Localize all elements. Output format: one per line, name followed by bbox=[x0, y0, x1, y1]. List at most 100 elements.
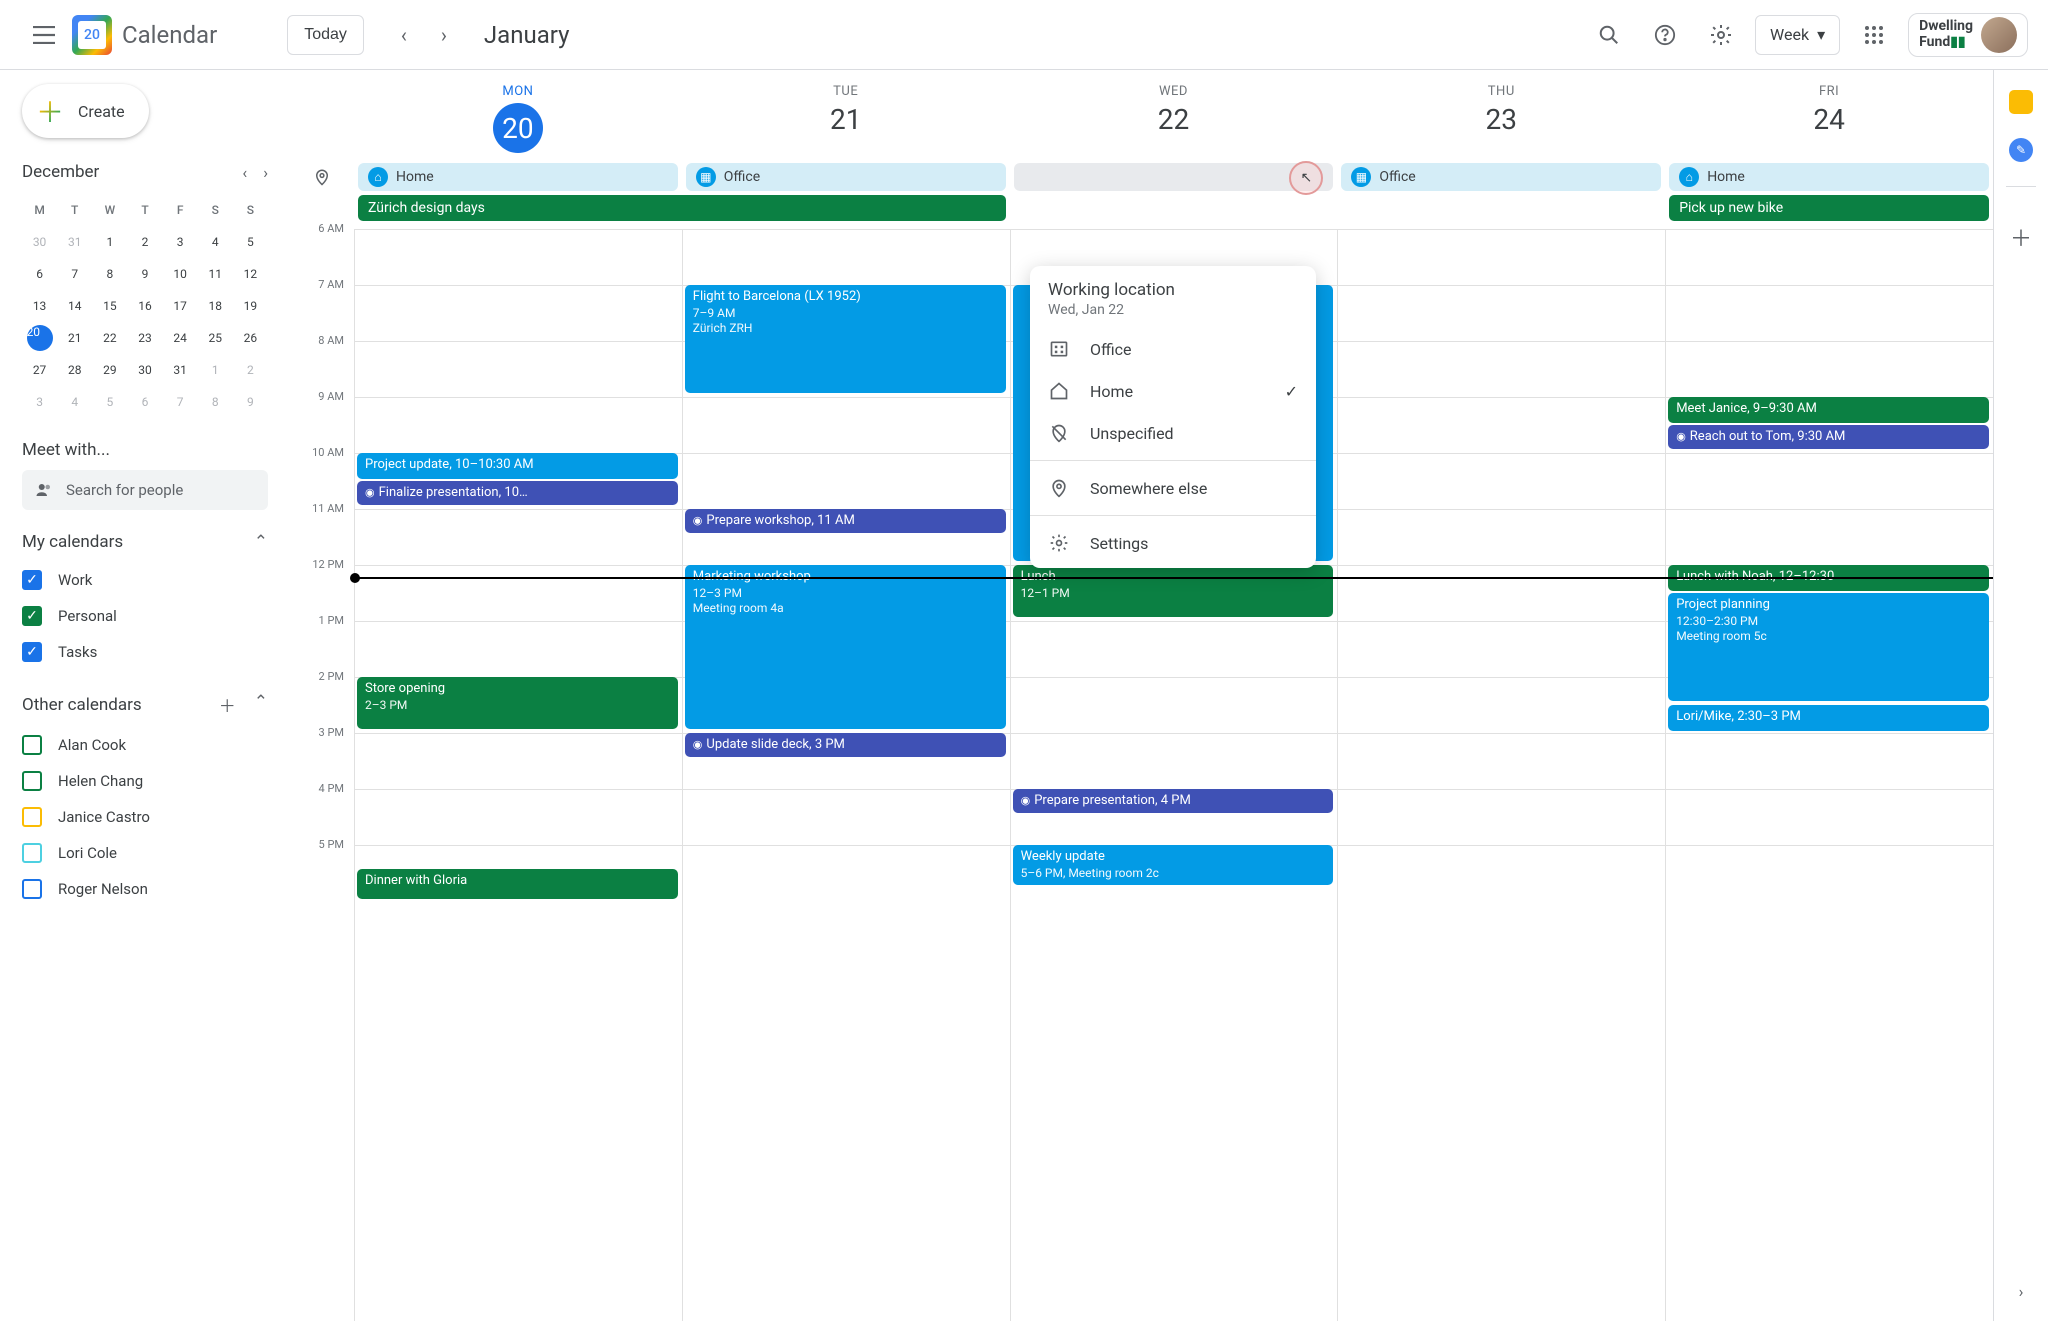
mini-day[interactable]: 6 bbox=[127, 386, 162, 418]
mini-day[interactable]: 12 bbox=[233, 258, 268, 290]
calendar-item[interactable]: Lori Cole bbox=[22, 835, 268, 871]
day-header[interactable]: MON20 bbox=[354, 84, 682, 153]
avatar[interactable] bbox=[1981, 17, 2017, 53]
mini-day[interactable]: 5 bbox=[233, 226, 268, 258]
calendar-event[interactable]: Project update, 10–10:30 AM bbox=[357, 453, 678, 479]
search-icon[interactable] bbox=[1587, 13, 1631, 57]
mini-day[interactable]: 23 bbox=[127, 322, 162, 354]
add-addon-icon[interactable]: ＋ bbox=[2010, 221, 2032, 253]
day-column[interactable]: Meet Janice, 9–9:30 AMReach out to Tom, … bbox=[1665, 229, 1993, 1321]
allday-event[interactable]: Zürich design days bbox=[358, 195, 1006, 221]
mini-day[interactable]: 8 bbox=[92, 258, 127, 290]
keep-icon[interactable] bbox=[2009, 90, 2033, 114]
mini-day[interactable]: 18 bbox=[198, 290, 233, 322]
calendar-event[interactable]: Reach out to Tom, 9:30 AM bbox=[1668, 425, 1989, 449]
mini-day[interactable]: 16 bbox=[127, 290, 162, 322]
mini-day[interactable]: 31 bbox=[57, 226, 92, 258]
working-location-chip[interactable]: ▦Office bbox=[686, 163, 1006, 191]
day-column[interactable]: Flight to Barcelona (LX 1952)7–9 AMZüric… bbox=[682, 229, 1010, 1321]
calendar-item[interactable]: Work bbox=[22, 562, 268, 598]
mini-day[interactable]: 20 bbox=[22, 322, 57, 354]
org-brand[interactable]: DwellingFund▮▮ bbox=[1908, 13, 2028, 57]
next-period-button[interactable]: › bbox=[424, 15, 464, 55]
mini-day[interactable]: 27 bbox=[22, 354, 57, 386]
add-calendar-icon[interactable]: ＋ bbox=[219, 692, 236, 717]
checkbox[interactable] bbox=[22, 570, 42, 590]
calendar-event[interactable]: Prepare workshop, 11 AM bbox=[685, 509, 1006, 533]
mini-day[interactable]: 17 bbox=[163, 290, 198, 322]
calendar-item[interactable]: Janice Castro bbox=[22, 799, 268, 835]
prev-period-button[interactable]: ‹ bbox=[384, 15, 424, 55]
logo[interactable]: Calendar bbox=[72, 15, 217, 55]
search-people-input[interactable]: Search for people bbox=[22, 470, 268, 510]
mini-day[interactable]: 6 bbox=[22, 258, 57, 290]
chevron-up-icon[interactable]: ⌃ bbox=[254, 532, 268, 552]
settings-icon[interactable] bbox=[1699, 13, 1743, 57]
mini-day[interactable]: 24 bbox=[163, 322, 198, 354]
mini-day[interactable]: 15 bbox=[92, 290, 127, 322]
other-calendars-title[interactable]: Other calendars ＋ ⌃ bbox=[22, 692, 268, 717]
popover-option-unspecified[interactable]: Unspecified bbox=[1030, 412, 1316, 454]
checkbox[interactable] bbox=[22, 735, 42, 755]
allday-event[interactable]: Pick up new bike bbox=[1669, 195, 1989, 221]
day-column[interactable]: Project update, 10–10:30 AMFinalize pres… bbox=[354, 229, 682, 1321]
working-location-chip[interactable]: ▦Office bbox=[1341, 163, 1661, 191]
popover-option-home[interactable]: Home ✓ bbox=[1030, 370, 1316, 412]
working-location-chip[interactable]: ↖ bbox=[1014, 163, 1334, 191]
view-selector[interactable]: Week ▾ bbox=[1755, 15, 1840, 55]
mini-day[interactable]: 1 bbox=[92, 226, 127, 258]
create-button[interactable]: ＋ Create bbox=[22, 84, 149, 138]
checkbox[interactable] bbox=[22, 606, 42, 626]
calendar-event[interactable]: Finalize presentation, 10… bbox=[357, 481, 678, 505]
calendar-event[interactable]: Project planning12:30–2:30 PMMeeting roo… bbox=[1668, 593, 1989, 701]
calendar-event[interactable]: Weekly update5–6 PM, Meeting room 2c bbox=[1013, 845, 1334, 885]
mini-day[interactable]: 7 bbox=[57, 258, 92, 290]
help-icon[interactable] bbox=[1643, 13, 1687, 57]
popover-option-somewhere[interactable]: Somewhere else bbox=[1030, 467, 1316, 509]
day-header[interactable]: FRI24 bbox=[1665, 84, 1993, 153]
calendar-item[interactable]: Helen Chang bbox=[22, 763, 268, 799]
mini-day[interactable]: 8 bbox=[198, 386, 233, 418]
mini-day[interactable]: 30 bbox=[127, 354, 162, 386]
calendar-event[interactable]: Lunch12–1 PM bbox=[1013, 565, 1334, 617]
mini-day[interactable]: 4 bbox=[198, 226, 233, 258]
mini-day[interactable]: 2 bbox=[127, 226, 162, 258]
mini-prev-icon[interactable]: ‹ bbox=[242, 163, 247, 182]
mini-day[interactable]: 29 bbox=[92, 354, 127, 386]
mini-day[interactable]: 10 bbox=[163, 258, 198, 290]
menu-icon[interactable] bbox=[20, 11, 68, 59]
mini-day[interactable]: 3 bbox=[22, 386, 57, 418]
mini-day[interactable]: 31 bbox=[163, 354, 198, 386]
calendar-event[interactable]: Store opening2–3 PM bbox=[357, 677, 678, 729]
day-header[interactable]: WED22 bbox=[1010, 84, 1338, 153]
calendar-item[interactable]: Personal bbox=[22, 598, 268, 634]
mini-day[interactable]: 3 bbox=[163, 226, 198, 258]
calendar-event[interactable]: Prepare presentation, 4 PM bbox=[1013, 789, 1334, 813]
mini-day[interactable]: 22 bbox=[92, 322, 127, 354]
day-column[interactable] bbox=[1337, 229, 1665, 1321]
mini-day[interactable]: 30 bbox=[22, 226, 57, 258]
mini-day[interactable]: 26 bbox=[233, 322, 268, 354]
mini-day[interactable]: 19 bbox=[233, 290, 268, 322]
today-button[interactable]: Today bbox=[287, 15, 364, 55]
mini-next-icon[interactable]: › bbox=[263, 163, 268, 182]
day-header[interactable]: TUE21 bbox=[682, 84, 1010, 153]
calendar-event[interactable]: Lori/Mike, 2:30–3 PM bbox=[1668, 705, 1989, 731]
mini-day[interactable]: 21 bbox=[57, 322, 92, 354]
working-location-chip[interactable]: ⌂Home bbox=[358, 163, 678, 191]
popover-option-office[interactable]: Office bbox=[1030, 328, 1316, 370]
calendar-item[interactable]: Roger Nelson bbox=[22, 871, 268, 907]
checkbox[interactable] bbox=[22, 879, 42, 899]
calendar-item[interactable]: Alan Cook bbox=[22, 727, 268, 763]
mini-day[interactable]: 7 bbox=[163, 386, 198, 418]
checkbox[interactable] bbox=[22, 642, 42, 662]
working-location-chip[interactable]: ⌂Home bbox=[1669, 163, 1989, 191]
mini-day[interactable]: 25 bbox=[198, 322, 233, 354]
calendar-event[interactable]: Update slide deck, 3 PM bbox=[685, 733, 1006, 757]
mini-day[interactable]: 1 bbox=[198, 354, 233, 386]
mini-day[interactable]: 2 bbox=[233, 354, 268, 386]
day-header[interactable]: THU23 bbox=[1337, 84, 1665, 153]
calendar-item[interactable]: Tasks bbox=[22, 634, 268, 670]
checkbox[interactable] bbox=[22, 771, 42, 791]
calendar-event[interactable]: Flight to Barcelona (LX 1952)7–9 AMZüric… bbox=[685, 285, 1006, 393]
